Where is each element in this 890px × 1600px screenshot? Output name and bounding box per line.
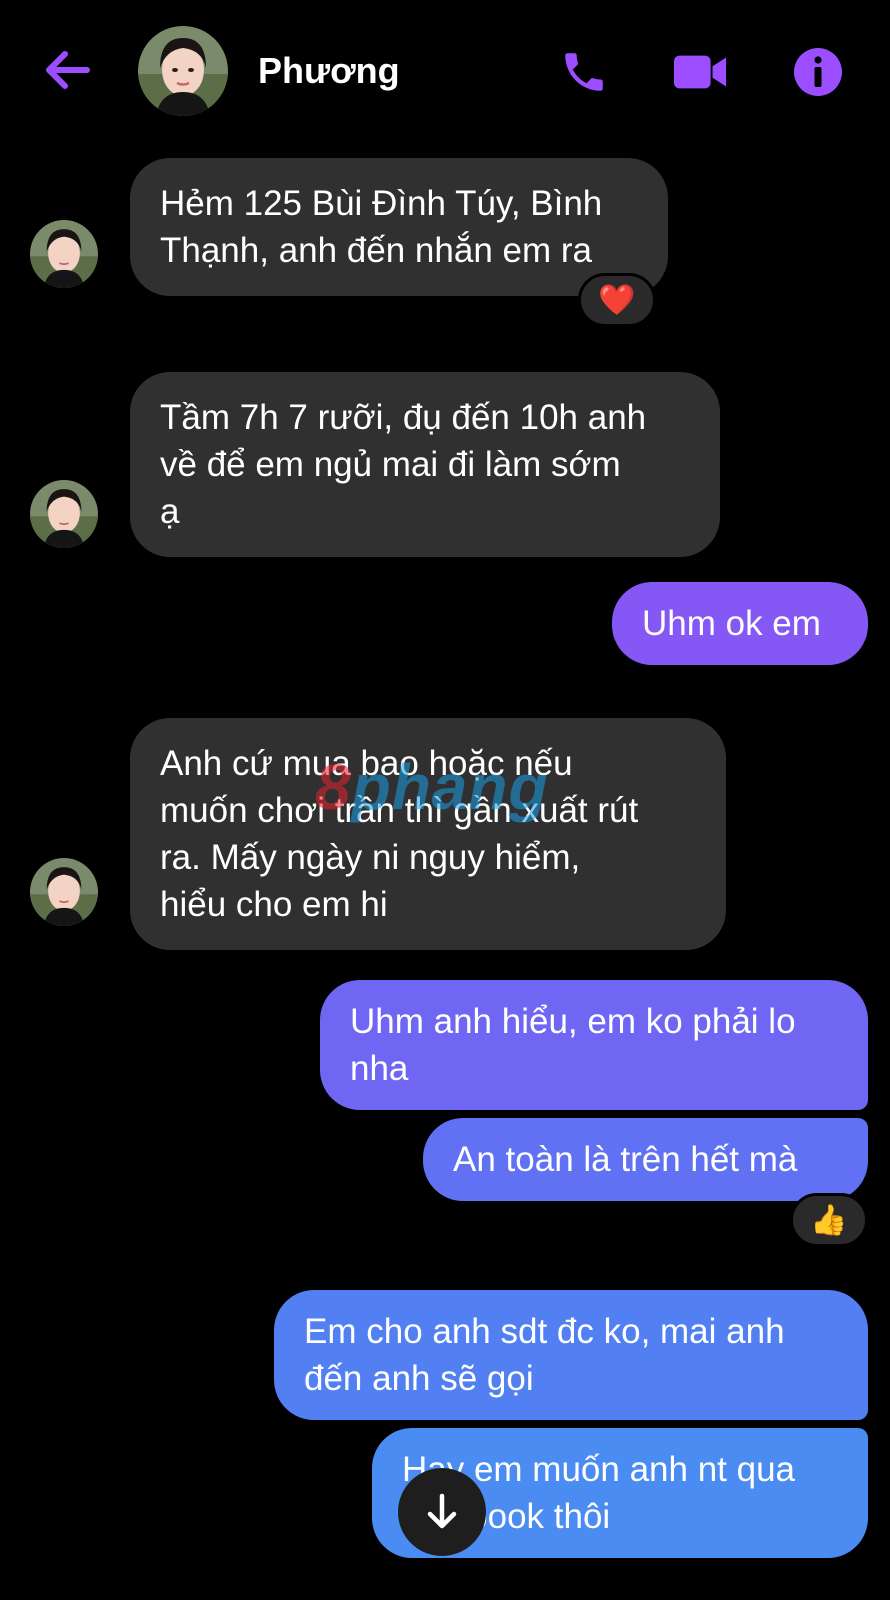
- contact-name[interactable]: Phương: [258, 50, 400, 92]
- video-call-button[interactable]: [672, 44, 728, 100]
- phone-icon: [565, 53, 603, 91]
- reaction-thumbs-up[interactable]: 👍: [790, 1193, 868, 1247]
- message-bubble-outgoing[interactable]: Uhm anh hiểu, em ko phải lo nha: [320, 980, 868, 1110]
- message-bubble-outgoing[interactable]: An toàn là trên hết mà: [423, 1118, 868, 1201]
- avatar-photo: [30, 858, 98, 926]
- info-button[interactable]: [790, 44, 846, 100]
- contact-avatar[interactable]: [138, 26, 228, 116]
- avatar-photo: [138, 26, 228, 116]
- message-bubble-outgoing[interactable]: Em cho anh sdt đc ko, mai anh đến anh sẽ…: [274, 1290, 868, 1420]
- reaction-heart[interactable]: ❤️: [578, 273, 656, 327]
- avatar-photo: [30, 220, 98, 288]
- message-bubble-incoming[interactable]: Anh cứ mua bao hoặc nếu muốn chơi trần t…: [130, 718, 726, 950]
- contact-avatar-small[interactable]: [30, 858, 98, 926]
- chat-header: Phương: [0, 0, 890, 140]
- arrow-left-icon: [46, 51, 90, 89]
- voice-call-button[interactable]: [556, 44, 612, 100]
- arrow-down-icon: [427, 1493, 457, 1529]
- scroll-to-bottom-button[interactable]: [398, 1468, 486, 1556]
- message-bubble-incoming[interactable]: Hẻm 125 Bùi Đình Túy, Bình Thạnh, anh đế…: [130, 158, 668, 296]
- message-bubble-incoming[interactable]: Tầm 7h 7 rưỡi, đụ đến 10h anh về để em n…: [130, 372, 720, 557]
- message-bubble-outgoing[interactable]: Uhm ok em: [612, 582, 868, 665]
- back-button[interactable]: [42, 46, 92, 94]
- avatar-photo: [30, 480, 98, 548]
- contact-avatar-small[interactable]: [30, 480, 98, 548]
- info-icon: [794, 48, 842, 96]
- video-camera-icon: [673, 55, 727, 89]
- contact-avatar-small[interactable]: [30, 220, 98, 288]
